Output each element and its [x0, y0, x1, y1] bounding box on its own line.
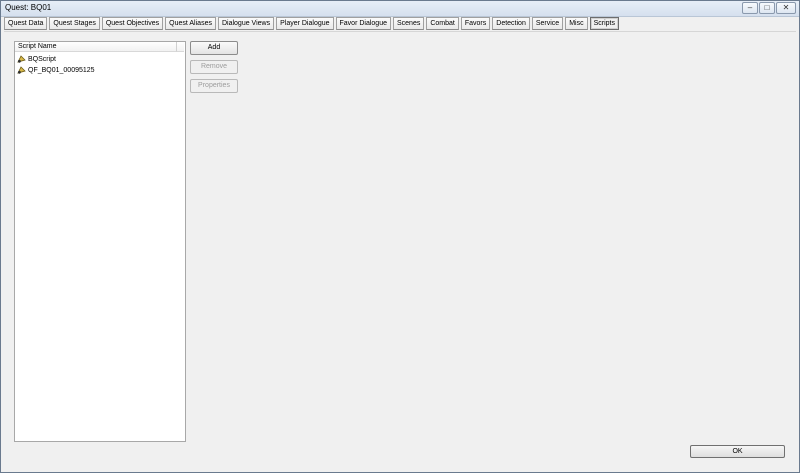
script-name: BQScript — [28, 56, 57, 63]
tab-dialogue-views[interactable]: Dialogue Views — [217, 17, 275, 30]
tab-quest-data[interactable]: Quest Data — [4, 17, 48, 30]
title-bar: Quest: BQ01 – □ ✕ — [1, 1, 799, 17]
script-name-column-header[interactable]: Script Name — [15, 42, 176, 52]
ok-button[interactable]: OK — [690, 445, 785, 458]
quest-window: Quest: BQ01 – □ ✕ Quest Data Quest Stage… — [0, 0, 800, 473]
tab-bar: Quest Data Quest Stages Quest Objectives… — [4, 17, 619, 31]
tab-favors[interactable]: Favors — [460, 17, 491, 30]
window-title: Quest: BQ01 — [5, 3, 52, 12]
remove-script-button[interactable]: Remove — [190, 60, 238, 74]
tab-quest-objectives[interactable]: Quest Objectives — [101, 17, 164, 30]
tab-misc[interactable]: Misc — [565, 17, 588, 30]
minimize-button[interactable]: – — [742, 2, 758, 14]
close-button[interactable]: ✕ — [776, 2, 796, 14]
tab-service[interactable]: Service — [531, 17, 564, 30]
tab-favor-dialogue[interactable]: Favor Dialogue — [335, 17, 391, 30]
tab-scenes[interactable]: Scenes — [392, 17, 425, 30]
tab-scripts[interactable]: Scripts — [589, 17, 619, 30]
tab-quest-aliases[interactable]: Quest Aliases — [165, 17, 216, 30]
tab-combat[interactable]: Combat — [426, 17, 459, 30]
maximize-button[interactable]: □ — [759, 2, 775, 14]
scripts-list[interactable]: Script Name BQScript QF_BQ01_00095125 — [14, 41, 186, 442]
add-script-button[interactable]: Add — [190, 41, 238, 55]
tab-quest-stages[interactable]: Quest Stages — [49, 17, 100, 30]
tab-detection[interactable]: Detection — [492, 17, 530, 30]
script-properties-button[interactable]: Properties — [190, 79, 238, 93]
list-item[interactable]: QF_BQ01_00095125 — [17, 65, 95, 76]
script-name: QF_BQ01_00095125 — [28, 67, 95, 74]
tab-player-dialogue[interactable]: Player Dialogue — [276, 17, 334, 30]
column-header-filler — [176, 42, 184, 52]
script-icon — [17, 55, 26, 64]
list-item[interactable]: BQScript — [17, 54, 56, 65]
scripts-panel: Script Name BQScript QF_BQ01_00095125 Ad… — [4, 31, 796, 464]
script-icon — [17, 66, 26, 75]
